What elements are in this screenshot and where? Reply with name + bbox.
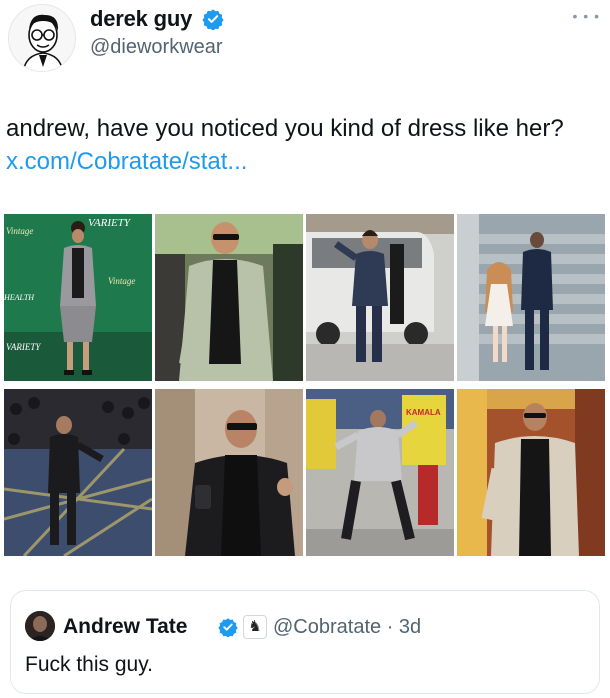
quoted-timestamp[interactable]: 3d bbox=[399, 616, 421, 638]
affiliate-badge-icon: ♞ bbox=[243, 615, 267, 639]
media-photo-7[interactable]: KAMALA bbox=[306, 389, 454, 556]
media-photo-6[interactable] bbox=[155, 389, 303, 556]
svg-text:VARIETY: VARIETY bbox=[6, 342, 41, 352]
tweet-body: andrew, have you noticed you kind of dre… bbox=[6, 115, 564, 142]
author-avatar[interactable] bbox=[8, 4, 76, 72]
tweet-link[interactable]: x.com/Cobratate/stat... bbox=[6, 148, 247, 175]
more-options-icon[interactable]: • • • bbox=[573, 8, 600, 24]
tweet-text: andrew, have you noticed you kind of dre… bbox=[6, 112, 596, 178]
quoted-author-meta[interactable]: @Cobratate · 3d bbox=[273, 616, 421, 639]
svg-text:HEALTH: HEALTH bbox=[4, 293, 35, 302]
media-photo-1[interactable]: VARIETY Vintage Vintage HEALTH VARIETY bbox=[4, 214, 152, 381]
quoted-tweet-text: Fuck this guy. bbox=[25, 653, 153, 676]
author-display-name[interactable]: derek guy bbox=[90, 6, 192, 32]
media-photo-5[interactable] bbox=[4, 389, 152, 556]
quoted-author-handle[interactable]: @Cobratate bbox=[273, 616, 381, 638]
svg-text:Vintage: Vintage bbox=[108, 276, 135, 286]
verified-badge-icon bbox=[202, 9, 224, 30]
kamala-shirt-text: KAMALA bbox=[406, 408, 441, 417]
media-photo-4[interactable] bbox=[457, 214, 605, 381]
quoted-author-display-name[interactable]: Andrew Tate bbox=[63, 615, 187, 639]
tweet: derek guy @dieworkwear • • • andrew, hav… bbox=[0, 0, 610, 698]
meta-separator: · bbox=[381, 616, 399, 638]
quoted-tweet[interactable]: Andrew Tate ♞ @Cobratate · 3d Fuck this … bbox=[10, 590, 600, 694]
variety-logo: VARIETY bbox=[88, 217, 132, 229]
author-handle[interactable]: @dieworkwear bbox=[90, 36, 223, 59]
media-photo-2[interactable] bbox=[155, 214, 303, 381]
verified-badge-icon bbox=[218, 618, 238, 637]
media-grid: VARIETY Vintage Vintage HEALTH VARIETY K… bbox=[4, 214, 605, 556]
vintage-sign: Vintage bbox=[6, 226, 33, 236]
media-photo-8[interactable] bbox=[457, 389, 605, 556]
quoted-author-avatar[interactable] bbox=[25, 611, 55, 641]
media-photo-3[interactable] bbox=[306, 214, 454, 381]
